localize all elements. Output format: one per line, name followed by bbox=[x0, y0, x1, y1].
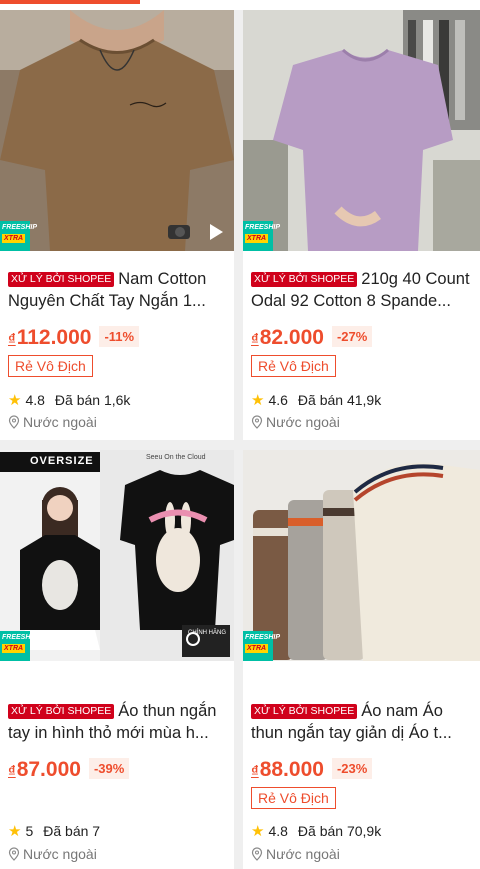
discount-badge: -27% bbox=[331, 326, 373, 347]
location-row: Nước ngoài bbox=[251, 414, 340, 430]
product-price: ₫87.000 -39% bbox=[8, 758, 130, 782]
product-image[interactable]: FREESHIP XTRA bbox=[243, 10, 480, 251]
rating-value: 4.8 bbox=[25, 392, 45, 408]
product-price: ₫112.000 -11% bbox=[8, 326, 140, 350]
shopee-handled-tag: XỬ LÝ BỞI SHOPEE bbox=[251, 704, 358, 719]
sold-count: Đã bán 7 bbox=[43, 823, 101, 839]
rating-value: 5 bbox=[25, 823, 34, 839]
location-pin-icon bbox=[8, 847, 20, 861]
freeship-xtra-badge: FREESHIP XTRA bbox=[0, 631, 37, 661]
star-icon: ★ bbox=[251, 823, 265, 840]
product-card[interactable]: FREESHIP XTRA XỬ LÝ BỞI SHOPEE Nam Cotton … bbox=[0, 10, 234, 440]
rating-value: 4.8 bbox=[268, 823, 288, 839]
rating-row: ★ 4.6 Đã bán 41,9k bbox=[251, 391, 381, 409]
product-photo-brown-tshirt bbox=[0, 10, 234, 251]
sold-count: Đã bán 41,9k bbox=[297, 392, 382, 408]
product-title[interactable]: XỬ LÝ BỞI SHOPEE Áo nam Áo thun ngắn tay … bbox=[251, 700, 472, 744]
location-row: Nước ngoài bbox=[8, 846, 97, 862]
shopee-handled-tag: XỬ LÝ BỞI SHOPEE bbox=[8, 704, 115, 719]
product-photo-purple-tshirt bbox=[243, 10, 480, 251]
product-title[interactable]: XỬ LÝ BỞI SHOPEE Áo thun ngắn tay in hình… bbox=[8, 700, 226, 744]
sold-count: Đã bán 1,6k bbox=[54, 392, 131, 408]
freeship-xtra-badge: FREESHIP XTRA bbox=[243, 221, 280, 251]
star-icon: ★ bbox=[8, 823, 22, 840]
genuine-check-icon bbox=[186, 632, 200, 646]
star-icon: ★ bbox=[8, 392, 22, 409]
freeship-xtra-badge: FREESHIP XTRA bbox=[243, 631, 280, 661]
sold-count: Đã bán 70,9k bbox=[297, 823, 382, 839]
rating-value: 4.6 bbox=[268, 392, 288, 408]
brand-label: Seeu On the Cloud bbox=[146, 454, 206, 461]
shopee-handled-tag: XỬ LÝ BỞI SHOPEE bbox=[8, 272, 115, 287]
rating-row: ★ 4.8 Đã bán 1,6k bbox=[8, 391, 130, 409]
product-title[interactable]: XỬ LÝ BỞI SHOPEE Nam Cotton Nguyên Chất T… bbox=[8, 268, 226, 312]
discount-badge: -39% bbox=[88, 758, 130, 779]
product-card[interactable]: OVERSIZE Seeu On the Cloud CHÍNH HÃNG FR… bbox=[0, 450, 234, 869]
discount-badge: -11% bbox=[99, 326, 140, 347]
rating-row: ★ 5 Đã bán 7 bbox=[8, 822, 100, 840]
tab-indicator-bar bbox=[0, 0, 480, 10]
location-pin-icon bbox=[251, 415, 263, 429]
location-pin-icon bbox=[8, 415, 20, 429]
product-photo-waffle-tshirts bbox=[243, 450, 480, 661]
product-price: ₫88.000 -23% bbox=[251, 758, 373, 782]
product-title[interactable]: XỬ LÝ BỞI SHOPEE 210g 40 Count Odal 92 Co… bbox=[251, 268, 472, 312]
rating-row: ★ 4.8 Đã bán 70,9k bbox=[251, 822, 381, 840]
freeship-xtra-badge: FREESHIP XTRA bbox=[0, 221, 37, 251]
deal-badge: Rẻ Vô Địch bbox=[251, 787, 336, 809]
product-image[interactable]: OVERSIZE Seeu On the Cloud CHÍNH HÃNG FR… bbox=[0, 450, 234, 661]
oversize-label: OVERSIZE bbox=[30, 455, 94, 467]
shopee-handled-tag: XỬ LÝ BỞI SHOPEE bbox=[251, 272, 358, 287]
location-row: Nước ngoài bbox=[251, 846, 340, 862]
discount-badge: -23% bbox=[331, 758, 373, 779]
star-icon: ★ bbox=[251, 392, 265, 409]
video-play-icon[interactable] bbox=[204, 221, 226, 243]
genuine-badge: CHÍNH HÃNG bbox=[182, 625, 230, 657]
active-tab-underline bbox=[0, 0, 140, 4]
product-card[interactable]: FREESHIP XTRA XỬ LÝ BỞI SHOPEE 210g 40 Cou… bbox=[243, 10, 480, 440]
location-row: Nước ngoài bbox=[8, 414, 97, 430]
product-image[interactable]: FREESHIP XTRA bbox=[243, 450, 480, 661]
deal-badge: Rẻ Vô Địch bbox=[8, 355, 93, 377]
deal-badge: Rẻ Vô Địch bbox=[251, 355, 336, 377]
product-card[interactable]: FREESHIP XTRA XỬ LÝ BỞI SHOPEE Áo nam Áo t… bbox=[243, 450, 480, 869]
product-price: ₫82.000 -27% bbox=[251, 326, 373, 350]
product-image[interactable]: FREESHIP XTRA bbox=[0, 10, 234, 251]
location-pin-icon bbox=[251, 847, 263, 861]
